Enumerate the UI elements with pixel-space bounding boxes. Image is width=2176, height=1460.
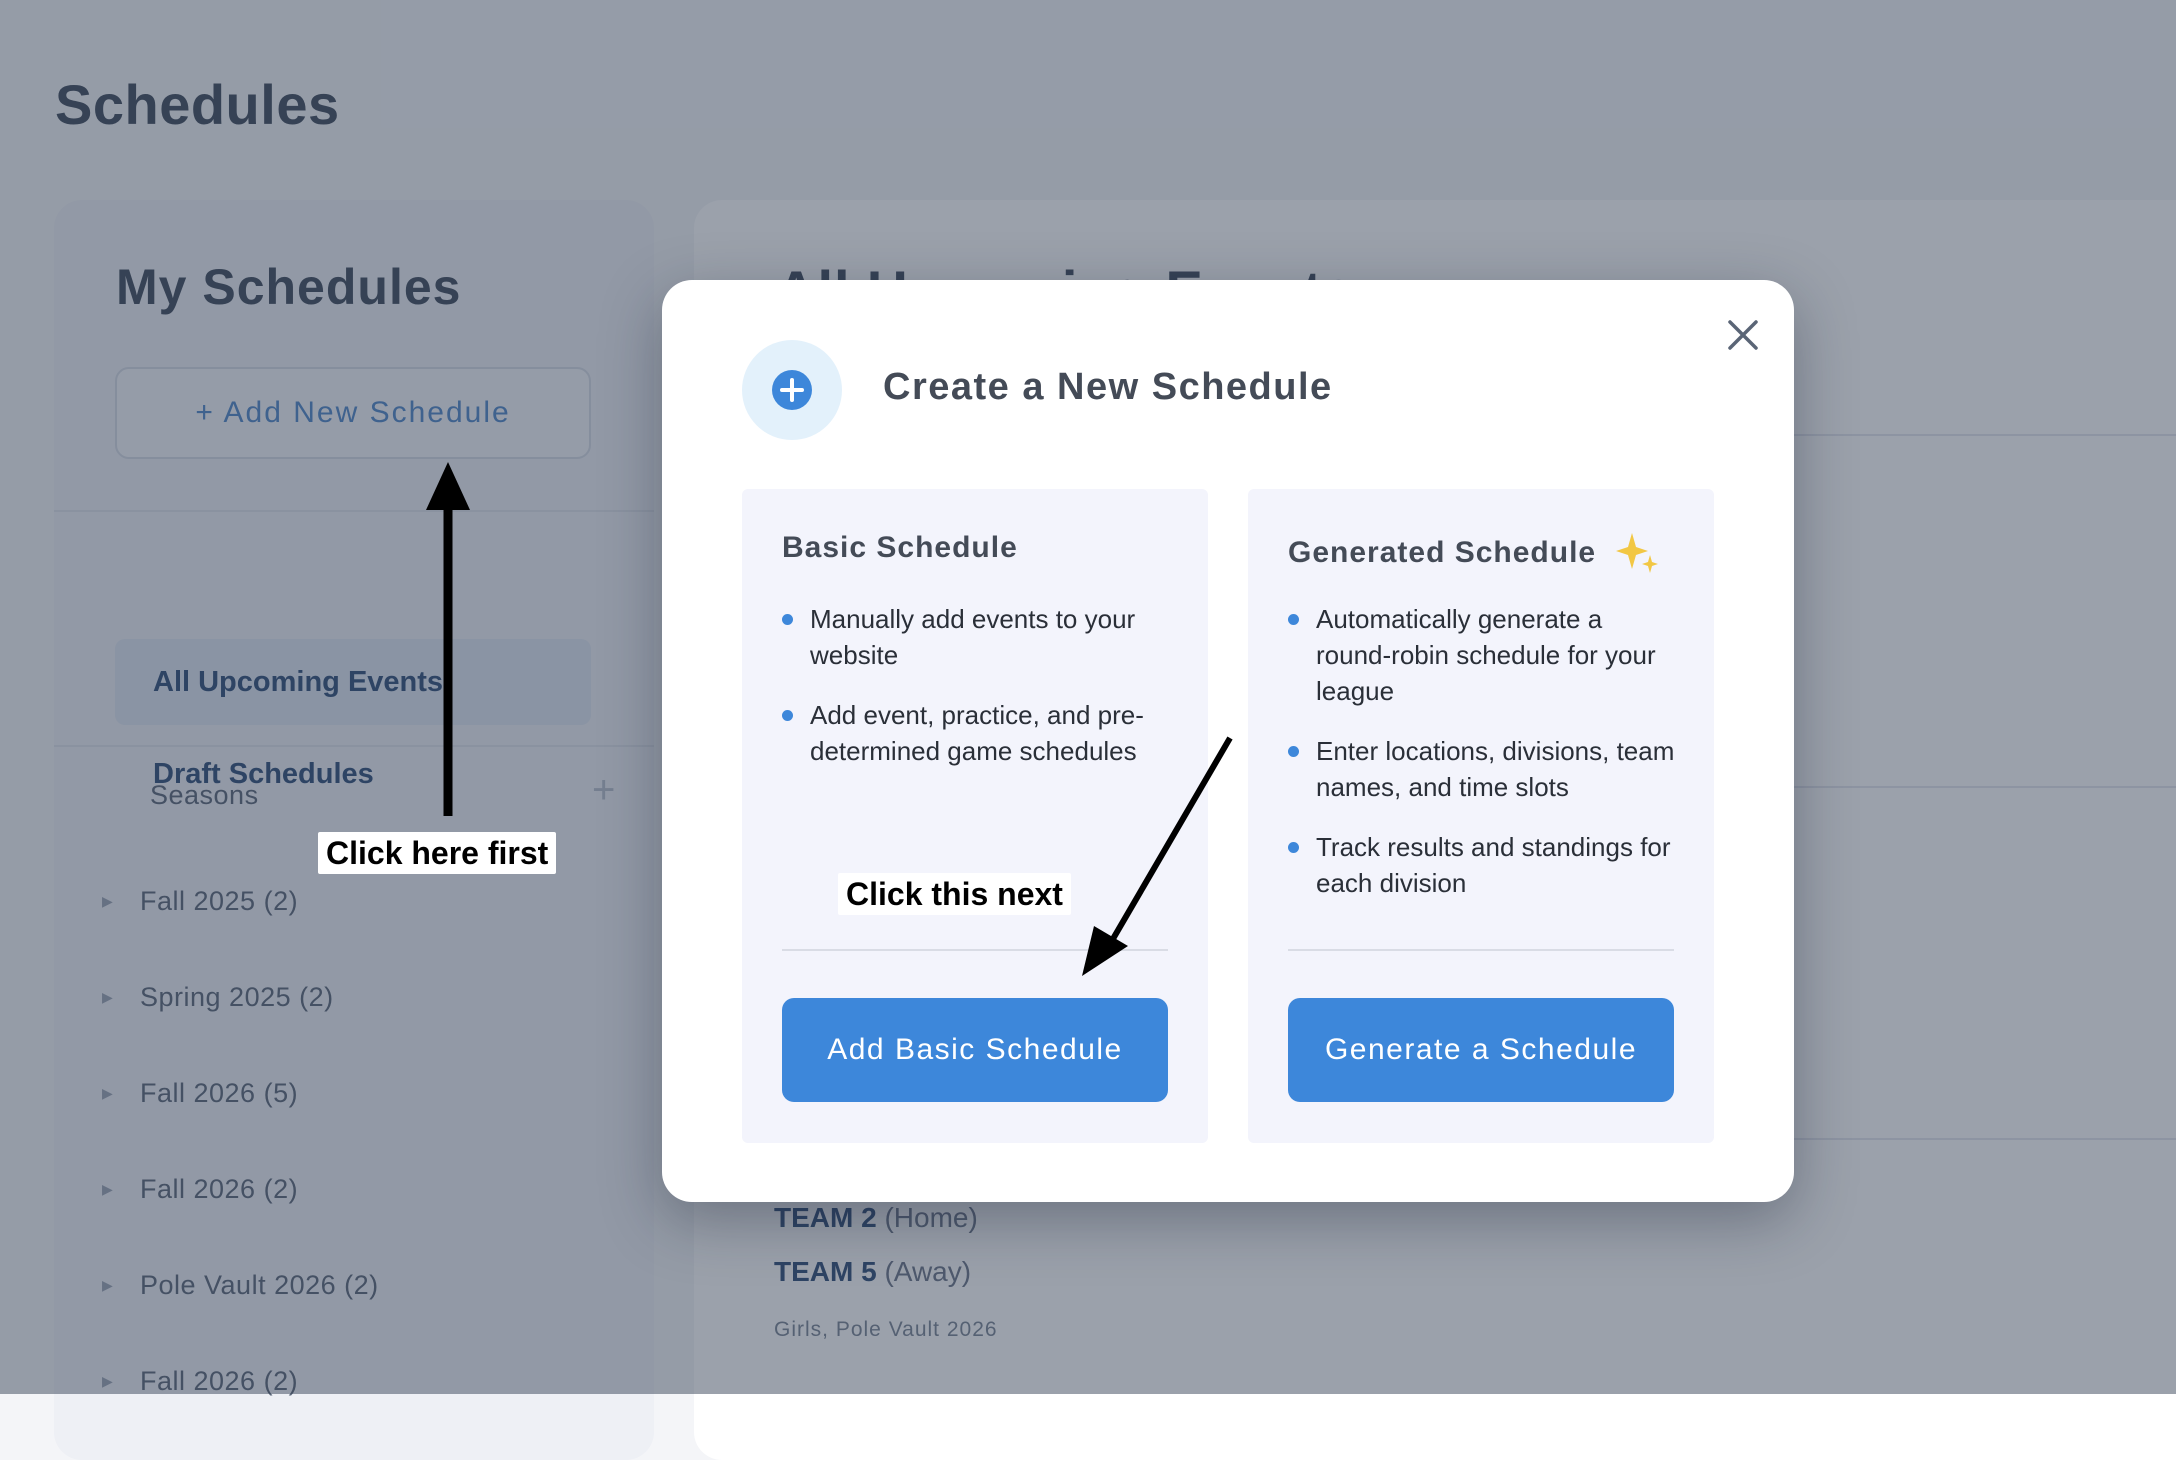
plus-icon xyxy=(772,370,812,410)
add-basic-schedule-button[interactable]: Add Basic Schedule xyxy=(782,998,1168,1102)
generate-schedule-button[interactable]: Generate a Schedule xyxy=(1288,998,1674,1102)
feature-list: Manually add events to your website Add … xyxy=(782,601,1178,793)
close-icon xyxy=(1728,320,1758,350)
modal-title: Create a New Schedule xyxy=(883,366,1333,408)
feature-item: Add event, practice, and pre-determined … xyxy=(782,697,1178,769)
close-button[interactable] xyxy=(1720,312,1766,358)
annotation-click-here-first: Click here first xyxy=(318,832,557,874)
card-title-text: Basic Schedule xyxy=(782,531,1018,564)
divider xyxy=(782,949,1168,951)
divider xyxy=(1288,949,1674,951)
sparkle-icon xyxy=(1616,533,1659,573)
card-title: Basic Schedule xyxy=(782,531,1018,565)
create-schedule-modal: Create a New Schedule Basic Schedule Man… xyxy=(662,280,1794,1202)
feature-item: Enter locations, divisions, team names, … xyxy=(1288,733,1684,805)
feature-list: Automatically generate a round-robin sch… xyxy=(1288,601,1684,925)
feature-item: Manually add events to your website xyxy=(782,601,1178,673)
card-title-text: Generated Schedule xyxy=(1288,536,1597,569)
card-title: Generated Schedule xyxy=(1288,531,1660,575)
annotation-click-this-next: Click this next xyxy=(838,873,1071,915)
plus-circle-icon xyxy=(742,340,842,440)
generated-schedule-card: Generated Schedule Automatically generat… xyxy=(1248,489,1714,1143)
basic-schedule-card: Basic Schedule Manually add events to yo… xyxy=(742,489,1208,1143)
feature-item: Track results and standings for each div… xyxy=(1288,829,1684,901)
feature-item: Automatically generate a round-robin sch… xyxy=(1288,601,1684,709)
